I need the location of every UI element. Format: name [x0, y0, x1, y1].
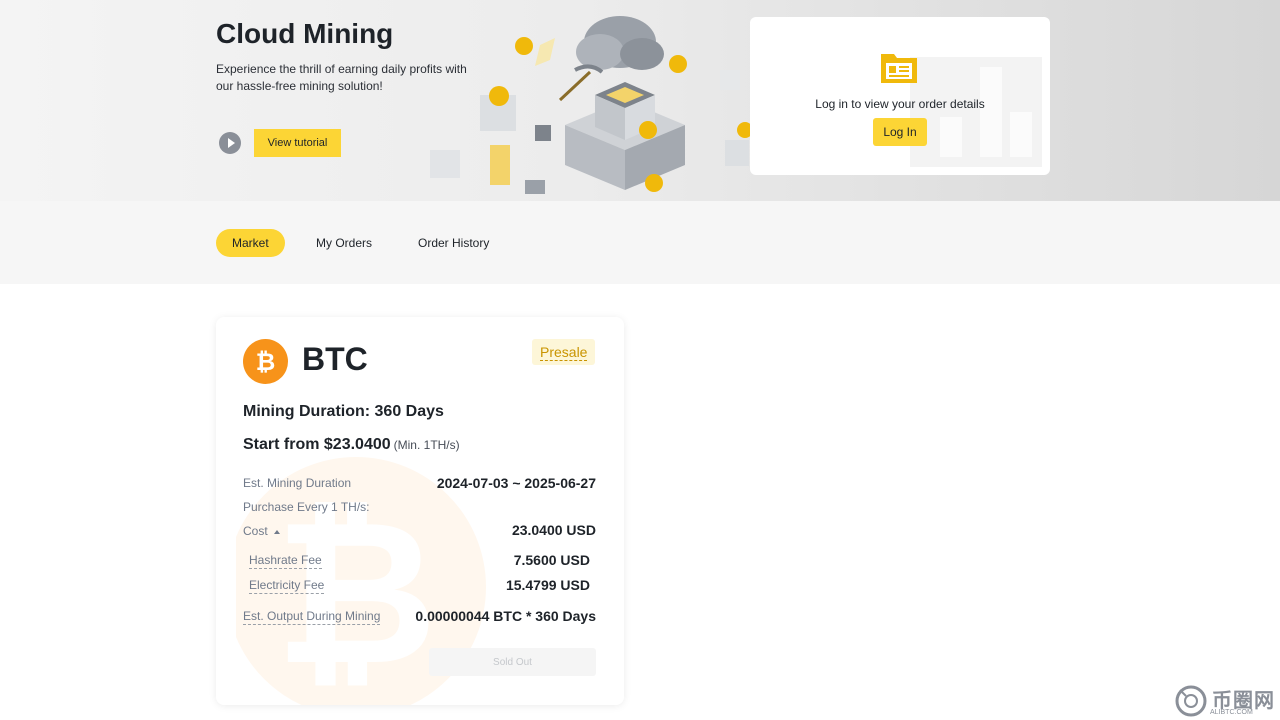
- login-card: Log in to view your order details Log In: [750, 17, 1050, 175]
- site-badge: 币圈网 ALIBTC.COM: [1172, 682, 1280, 720]
- tab-order-history[interactable]: Order History: [402, 229, 505, 257]
- tab-my-orders[interactable]: My Orders: [300, 229, 388, 257]
- folder-icon: [881, 54, 917, 83]
- cost-value: 23.0400 USD: [511, 522, 596, 538]
- hero-banner: Cloud Mining Experience the thrill of ea…: [0, 0, 1280, 201]
- page-title: Cloud Mining: [216, 18, 394, 49]
- est-output-value: 0.00000044 BTC * 360 Days: [415, 608, 596, 624]
- coin-name: BTC: [302, 341, 368, 377]
- caret-up-icon: [273, 529, 280, 534]
- login-message: Log in to view your order details: [815, 97, 985, 111]
- mining-illustration-icon: [430, 16, 753, 194]
- hashrate-fee-label: Hashrate Fee: [249, 553, 322, 569]
- cost-label[interactable]: Cost: [243, 524, 280, 538]
- electricity-fee-label: Electricity Fee: [249, 578, 325, 594]
- bitcoin-icon: ₿: [243, 339, 288, 384]
- start-price: Start from $23.0400 (Min. 1TH/s): [243, 436, 460, 453]
- svg-text:₿: ₿: [256, 348, 276, 376]
- est-duration-label: Est. Mining Duration: [243, 476, 352, 490]
- chart-decoration-icon: [910, 57, 1042, 167]
- hashrate-fee-value: 7.5600 USD: [513, 552, 590, 568]
- est-output-label: Est. Output During Mining: [243, 609, 381, 625]
- product-card: ₿ ₿ BTC Presale Mining Duration: 360 Day…: [216, 317, 624, 705]
- site-domain: ALIBTC.COM: [1210, 709, 1253, 716]
- login-button[interactable]: Log In: [873, 118, 927, 146]
- tabs-bar: Market My Orders Order History: [0, 201, 1280, 284]
- view-tutorial-button[interactable]: View tutorial: [254, 129, 341, 157]
- est-duration-value: 2024-07-03 ~ 2025-06-27: [436, 475, 596, 491]
- sold-out-button[interactable]: Sold Out: [429, 648, 596, 676]
- play-icon[interactable]: [219, 132, 241, 154]
- electricity-fee-value: 15.4799 USD: [505, 577, 590, 593]
- site-logo-icon: [1175, 685, 1207, 717]
- purchase-label: Purchase Every 1 TH/s:: [243, 500, 370, 514]
- tab-market[interactable]: Market: [216, 229, 285, 257]
- presale-badge[interactable]: Presale: [532, 339, 596, 365]
- mining-duration: Mining Duration: 360 Days: [243, 403, 444, 420]
